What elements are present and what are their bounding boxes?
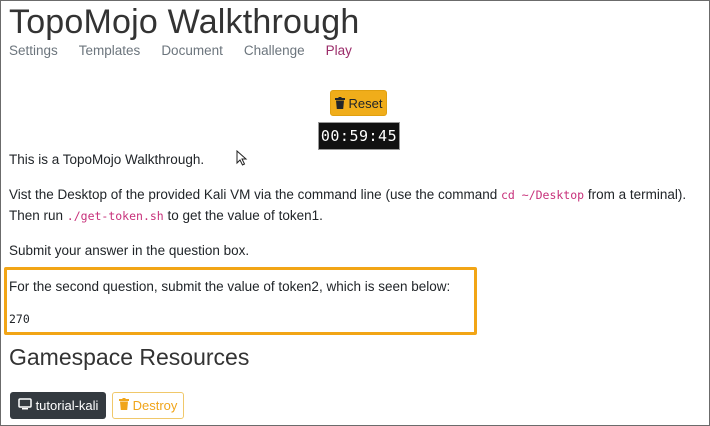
instruction-line-2: Then run ./get-token.sh to get the value… bbox=[9, 208, 323, 223]
mouse-pointer-icon bbox=[236, 149, 248, 171]
second-question-text: For the second question, submit the valu… bbox=[9, 279, 451, 294]
monitor-icon bbox=[17, 398, 32, 413]
vm-button-tutorial-kali[interactable]: tutorial-kali bbox=[10, 392, 106, 419]
tab-challenge[interactable]: Challenge bbox=[244, 43, 305, 58]
nav-tabs: Settings Templates Document Challenge Pl… bbox=[9, 43, 373, 58]
trash-icon bbox=[118, 398, 129, 413]
tab-document[interactable]: Document bbox=[161, 43, 223, 58]
intro-text: This is a TopoMojo Walkthrough. bbox=[9, 152, 205, 167]
page-title: TopoMojo Walkthrough bbox=[9, 3, 360, 41]
resources-title: Gamespace Resources bbox=[9, 344, 250, 370]
destroy-label: Destroy bbox=[132, 398, 178, 413]
token2-value: 270 bbox=[9, 312, 30, 326]
tab-settings[interactable]: Settings bbox=[9, 43, 58, 58]
command-cd: cd ~/Desktop bbox=[501, 188, 585, 202]
countdown-timer: 00:59:45 bbox=[318, 122, 400, 150]
trash-icon bbox=[334, 97, 345, 109]
reset-label: Reset bbox=[348, 95, 383, 111]
reset-button[interactable]: Reset bbox=[330, 90, 387, 116]
destroy-button[interactable]: Destroy bbox=[112, 392, 184, 419]
tab-templates[interactable]: Templates bbox=[79, 43, 141, 58]
instruction-line-1: Vist the Desktop of the provided Kali VM… bbox=[9, 187, 687, 202]
tab-play[interactable]: Play bbox=[326, 43, 352, 58]
vm-label: tutorial-kali bbox=[35, 398, 99, 413]
command-get-token: ./get-token.sh bbox=[66, 209, 164, 223]
submit-instruction: Submit your answer in the question box. bbox=[9, 243, 250, 258]
